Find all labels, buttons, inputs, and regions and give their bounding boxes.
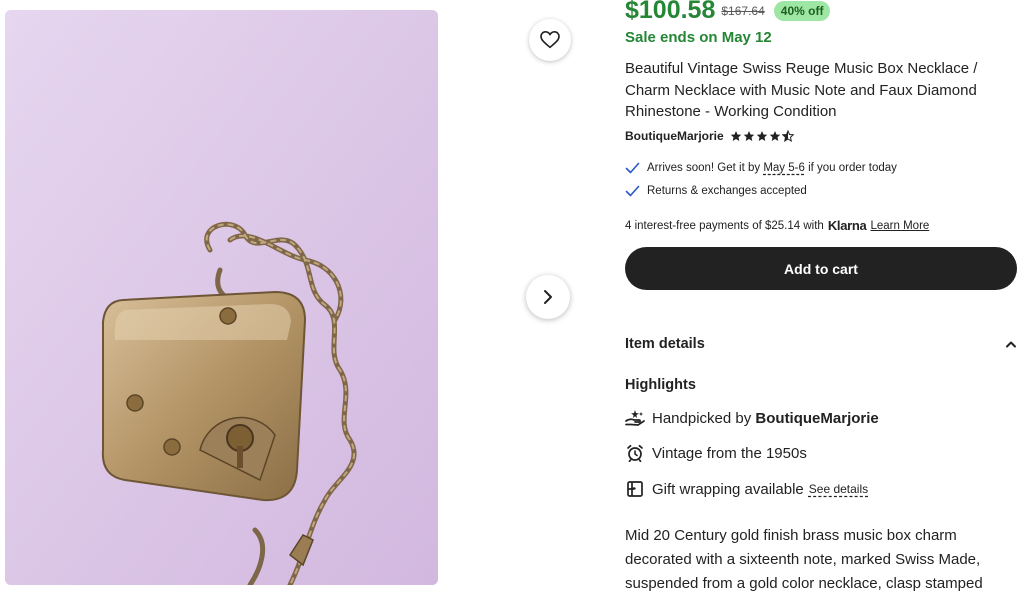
handpicked-row: Handpicked by BoutiqueMarjorie	[625, 408, 879, 428]
chevron-up-icon	[1006, 341, 1016, 348]
product-image[interactable]	[5, 10, 438, 585]
half-star-icon	[781, 130, 794, 142]
item-details-title: Item details	[625, 336, 705, 352]
alarm-clock-icon	[625, 443, 645, 463]
music-box-photo	[5, 10, 438, 585]
sale-ends-text: Sale ends on May 12	[625, 29, 772, 46]
arrival-prefix: Arrives soon! Get it by	[647, 162, 761, 174]
klarna-learn-more-link[interactable]: Learn More	[870, 220, 929, 232]
gift-box-icon	[625, 479, 645, 499]
item-description: Mid 20 Century gold finish brass music b…	[625, 527, 983, 592]
price-row: $100.58 $167.64 40% off	[625, 0, 831, 25]
handpicked-shop: BoutiqueMarjorie	[755, 409, 879, 427]
rating-stars[interactable]	[730, 130, 794, 142]
highlights-title: Highlights	[625, 377, 696, 393]
gift-wrap-text: Gift wrapping available	[652, 480, 804, 498]
next-image-button[interactable]	[526, 275, 570, 319]
handpicked-prefix: Handpicked by	[652, 409, 752, 427]
gift-wrap-row: Gift wrapping available See details	[625, 479, 868, 499]
chevron-right-icon	[544, 290, 552, 304]
returns-text: Returns & exchanges accepted	[647, 185, 807, 197]
see-details-link[interactable]: See details	[809, 482, 868, 496]
klarna-row: 4 interest-free payments of $25.14 with …	[625, 218, 929, 233]
vintage-row: Vintage from the 1950s	[625, 443, 807, 463]
star-icon	[730, 131, 741, 141]
klarna-logo: Klarna	[827, 218, 867, 233]
add-to-cart-button[interactable]: Add to cart	[625, 247, 1017, 290]
heart-icon	[540, 31, 560, 49]
star-icon	[769, 131, 780, 141]
check-icon	[625, 162, 640, 174]
vintage-text: Vintage from the 1950s	[652, 444, 807, 462]
arrival-dates-link[interactable]: May 5-6	[763, 162, 805, 174]
arrival-row: Arrives soon! Get it by May 5-6 if you o…	[625, 162, 897, 174]
item-details-toggle[interactable]: Item details	[625, 333, 1017, 355]
sale-price: $100.58	[625, 0, 716, 24]
star-icon	[756, 131, 767, 141]
star-icon	[743, 131, 754, 141]
shop-name-link[interactable]: BoutiqueMarjorie	[625, 129, 724, 143]
check-icon	[625, 185, 640, 197]
klarna-text: 4 interest-free payments of $25.14 with	[625, 219, 824, 232]
handpicked-hand-icon	[625, 408, 645, 428]
returns-row: Returns & exchanges accepted	[625, 185, 807, 197]
favorite-button[interactable]	[529, 19, 571, 61]
arrival-suffix: if you order today	[808, 162, 897, 174]
shop-row: BoutiqueMarjorie	[625, 129, 794, 143]
original-price: $167.64	[721, 3, 765, 18]
listing-title: Beautiful Vintage Swiss Reuge Music Box …	[625, 60, 978, 120]
discount-badge: 40% off	[773, 0, 831, 21]
